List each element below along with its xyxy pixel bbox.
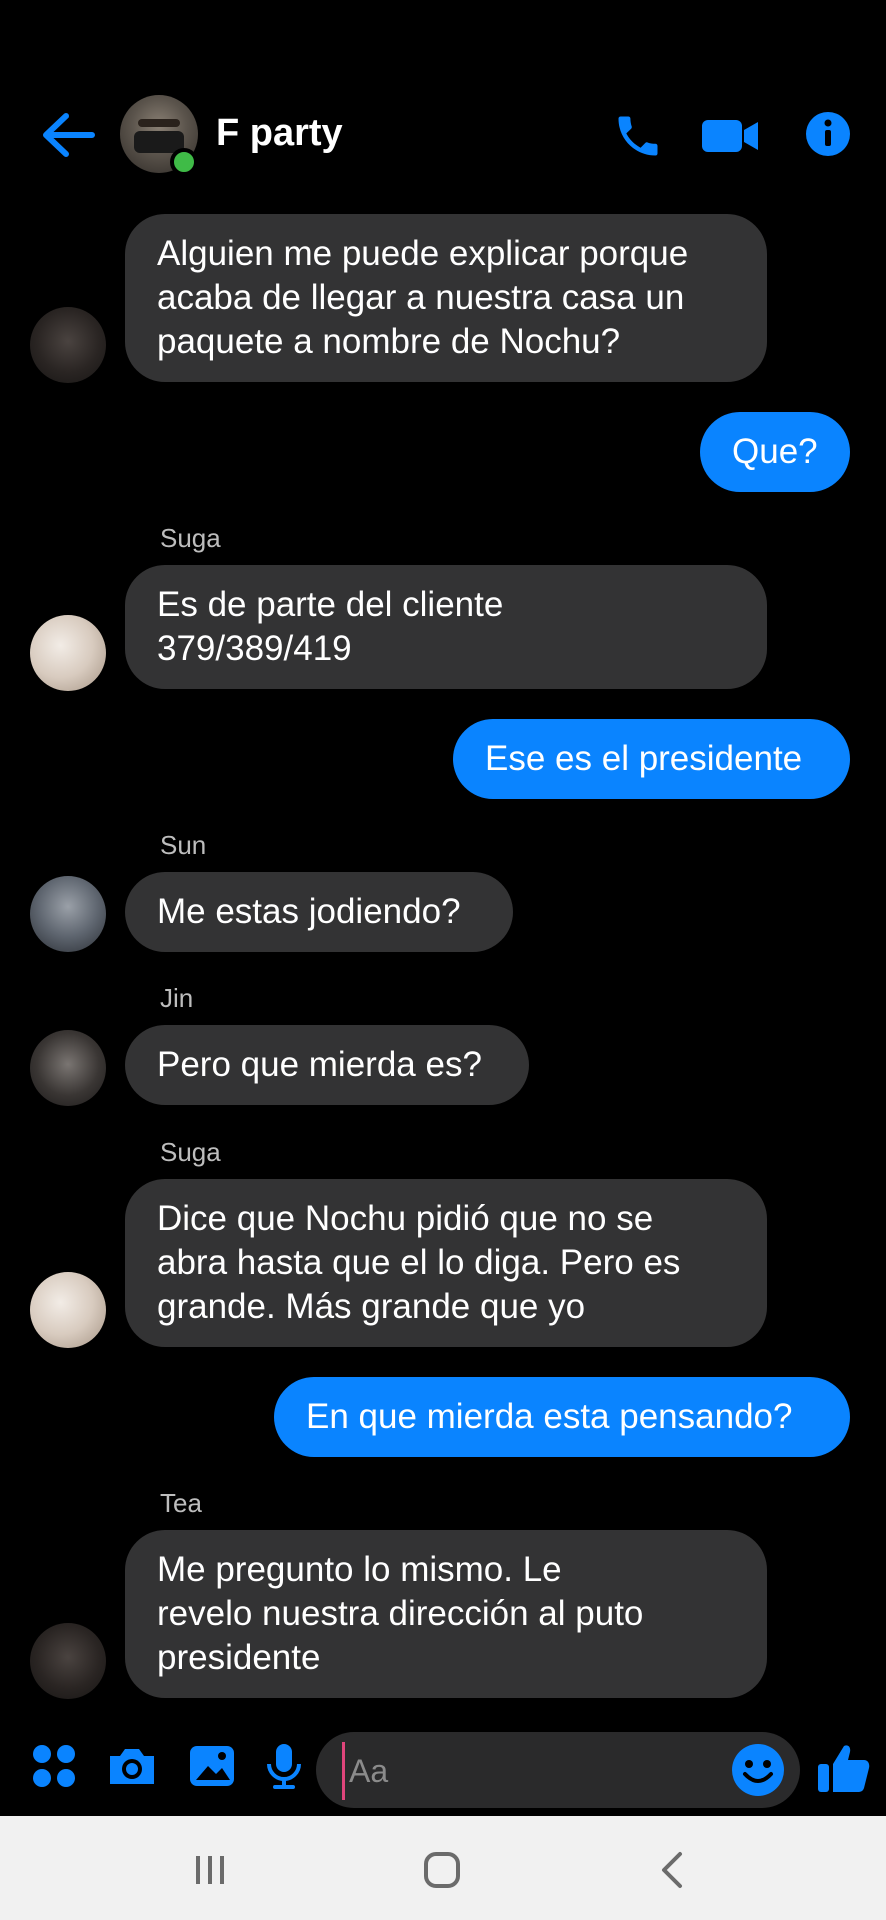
system-navigation-bar <box>0 1816 886 1920</box>
phone-call-icon[interactable] <box>612 110 664 162</box>
sender-avatar[interactable] <box>30 307 106 383</box>
message-bubble-incoming[interactable]: Es de parte del cliente 379/389/419 <box>125 565 767 689</box>
message-bubble-incoming[interactable]: Me pregunto lo mismo. Le revelo nuestra … <box>125 1530 767 1698</box>
sender-avatar[interactable] <box>30 1272 106 1348</box>
camera-icon[interactable] <box>106 1740 158 1792</box>
message-bubble-incoming[interactable]: Dice que Nochu pidió que no se abra hast… <box>125 1179 767 1347</box>
message-bubble-incoming[interactable]: Alguien me puede explicar porque acaba d… <box>125 214 767 382</box>
message-bubble-outgoing[interactable]: Ese es el presidente <box>453 719 850 799</box>
online-status-dot <box>170 148 198 176</box>
sender-name: Jin <box>160 983 194 1013</box>
thumbs-up-icon[interactable] <box>816 1740 872 1796</box>
info-icon[interactable] <box>804 110 852 158</box>
back-arrow-icon[interactable] <box>40 110 96 160</box>
sender-name: Suga <box>160 1137 221 1167</box>
message-input[interactable] <box>342 1742 731 1800</box>
message-bubble-outgoing[interactable]: Que? <box>700 412 850 492</box>
conversation-title[interactable]: F party <box>216 110 343 156</box>
apps-menu-icon[interactable] <box>28 1740 80 1792</box>
back-nav-icon[interactable] <box>650 1846 698 1894</box>
message-bubble-incoming[interactable]: Me estas jodiendo? <box>125 872 513 952</box>
sender-name: Tea <box>160 1488 202 1518</box>
message-bubble-incoming[interactable]: Pero que mierda es? <box>125 1025 529 1105</box>
recent-apps-icon[interactable] <box>186 1846 234 1894</box>
microphone-icon[interactable] <box>258 1740 310 1792</box>
sender-avatar[interactable] <box>30 615 106 691</box>
emoji-icon[interactable] <box>730 1742 786 1798</box>
sender-name: Suga <box>160 523 221 553</box>
sender-avatar[interactable] <box>30 1030 106 1106</box>
message-composer <box>0 1730 886 1810</box>
sender-avatar[interactable] <box>30 1623 106 1699</box>
video-call-icon[interactable] <box>700 114 760 158</box>
message-bubble-outgoing[interactable]: En que mierda esta pensando? <box>274 1377 850 1457</box>
sender-name: Sun <box>160 830 207 860</box>
sender-avatar[interactable] <box>30 876 106 952</box>
gallery-icon[interactable] <box>186 1740 238 1792</box>
home-icon[interactable] <box>418 1846 466 1894</box>
chat-header: F party <box>0 80 886 190</box>
message-input-container[interactable] <box>316 1732 800 1808</box>
